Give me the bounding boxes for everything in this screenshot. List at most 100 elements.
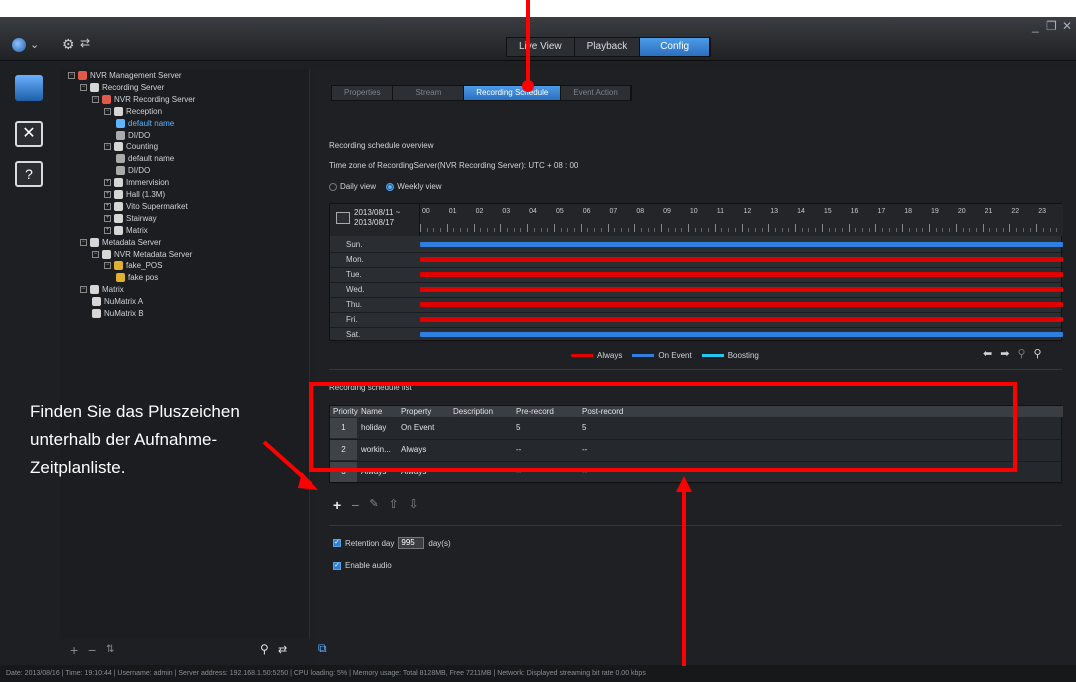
enable-audio-checkbox[interactable]: ✓ xyxy=(333,561,341,570)
tree-node[interactable]: − Metadata Server xyxy=(80,237,161,247)
help-icon[interactable]: ? xyxy=(15,161,43,187)
table-row[interactable]: 1 holiday On Event 5 5 xyxy=(330,418,1063,438)
hour-label: 11 xyxy=(716,208,724,215)
collapse-icon[interactable]: − xyxy=(80,286,87,294)
collapse-icon[interactable]: − xyxy=(104,262,111,270)
schedule-bar[interactable] xyxy=(420,257,1063,262)
tree-node[interactable]: + Matrix xyxy=(104,225,148,235)
tree-node[interactable]: DI/DO xyxy=(116,166,150,176)
schedule-bar[interactable] xyxy=(420,242,1063,247)
minor-tick xyxy=(533,228,535,232)
minimize-button[interactable]: _ xyxy=(1032,19,1039,33)
table-row[interactable]: 2 workin... Always -- -- xyxy=(330,440,1063,460)
expand-icon[interactable]: + xyxy=(104,214,111,222)
gear-icon[interactable]: ⚙ xyxy=(62,36,75,53)
hour-tick xyxy=(500,224,502,232)
table-row[interactable]: 3 Always Always -- -- xyxy=(330,462,1063,482)
weekly-view-radio[interactable] xyxy=(386,182,395,191)
collapse-icon[interactable]: − xyxy=(80,238,87,246)
tools-icon[interactable]: ✕ xyxy=(15,121,43,147)
column-header[interactable]: Name xyxy=(358,406,398,417)
tree-node[interactable]: − NVR Recording Server xyxy=(92,94,195,104)
remove-schedule-button[interactable]: − xyxy=(351,497,359,513)
add-schedule-button[interactable]: + xyxy=(333,497,341,513)
plus-icon[interactable]: + xyxy=(70,642,78,658)
schedule-bar[interactable] xyxy=(420,272,1063,277)
collapse-icon[interactable]: − xyxy=(80,83,87,91)
collapse-icon[interactable]: − xyxy=(104,107,111,115)
expand-icon[interactable]: + xyxy=(104,202,111,210)
server-icon[interactable] xyxy=(15,75,43,101)
tree-node[interactable]: − fake_POS xyxy=(104,261,162,271)
tab-config[interactable]: Config xyxy=(640,38,711,56)
schedule-bar[interactable] xyxy=(420,302,1063,307)
collapse-icon[interactable]: − xyxy=(92,250,99,258)
tree-node[interactable]: + Vito Supermarket xyxy=(104,201,188,211)
column-header[interactable]: Property xyxy=(398,406,450,417)
chevron-down-icon[interactable]: ⌄ xyxy=(30,38,39,51)
schedule-list-table: Priority Name Property Description Pre-recor… xyxy=(329,405,1063,484)
tree-node[interactable]: default name xyxy=(116,154,174,164)
schedule-bar[interactable] xyxy=(420,317,1063,322)
search-icon[interactable]: ⚲ xyxy=(260,642,269,656)
column-header[interactable]: Post-record xyxy=(579,406,1063,417)
zoom-out-icon[interactable]: ⚲ xyxy=(1017,347,1025,360)
layout-icon[interactable]: ⧉ xyxy=(318,641,327,656)
hour-label: 04 xyxy=(529,208,537,215)
minus-icon[interactable]: − xyxy=(88,642,96,658)
move-up-button[interactable]: ⇧ xyxy=(389,497,399,513)
zoom-in-icon[interactable]: ⚲ xyxy=(1034,347,1042,360)
retention-days-input[interactable]: 995 xyxy=(398,537,425,549)
schedule-bar[interactable] xyxy=(420,332,1063,337)
arrow-left-icon[interactable]: ⬅ xyxy=(983,347,992,360)
tree-node[interactable]: − NVR Metadata Server xyxy=(92,249,192,259)
tree-node[interactable]: DI/DO xyxy=(116,130,150,140)
sort-icon[interactable]: ⇅ xyxy=(106,644,114,655)
hour-label: 19 xyxy=(931,208,939,215)
table-cell: -- xyxy=(582,467,588,476)
tree-node[interactable]: fake pos xyxy=(116,273,158,283)
tree-node[interactable]: + Immervision xyxy=(104,178,169,188)
globe-icon[interactable] xyxy=(12,38,26,52)
tab-properties[interactable]: Properties xyxy=(332,86,394,100)
close-button[interactable]: ✕ xyxy=(1062,19,1072,33)
arrow-right-icon[interactable]: ➡ xyxy=(1000,347,1009,360)
expand-icon[interactable]: + xyxy=(104,191,111,198)
restore-button[interactable]: ❐ xyxy=(1046,19,1057,33)
column-header[interactable]: Description xyxy=(450,406,513,417)
tab-playback[interactable]: Playback xyxy=(575,38,641,56)
tree-node[interactable]: NuMatrix B xyxy=(92,309,144,318)
hour-label: 08 xyxy=(636,208,645,215)
column-header[interactable]: Priority xyxy=(330,406,358,417)
edit-schedule-button[interactable]: ✎ xyxy=(369,497,378,513)
tree-node[interactable]: − Reception xyxy=(104,106,162,116)
move-down-button[interactable]: ⇩ xyxy=(409,497,419,513)
tree-node[interactable]: − Recording Server xyxy=(80,82,164,92)
retention-checkbox[interactable]: ✓ xyxy=(333,539,341,547)
calendar-icon[interactable] xyxy=(336,212,350,224)
tree-node[interactable]: + Hall (1.3M) xyxy=(104,190,165,199)
tab-recording-schedule[interactable]: Recording Schedule xyxy=(464,86,562,100)
tab-live-view[interactable]: Live View xyxy=(507,38,575,56)
refresh-icon[interactable]: ⇄ xyxy=(278,643,287,656)
tab-event-action[interactable]: Event Action xyxy=(561,86,631,100)
expand-icon[interactable]: + xyxy=(104,226,111,234)
expand-icon[interactable]: + xyxy=(104,179,111,187)
tree-node[interactable]: − NVR Management Server xyxy=(68,71,182,80)
tree-node[interactable]: default name xyxy=(116,118,174,128)
tree-node[interactable]: + Stairway xyxy=(104,213,157,223)
daily-view-radio[interactable] xyxy=(329,182,337,191)
tab-stream[interactable]: Stream xyxy=(393,86,465,100)
refresh-icon[interactable]: ⇄ xyxy=(80,36,90,50)
schedule-bar[interactable] xyxy=(420,287,1063,292)
collapse-icon[interactable]: − xyxy=(104,143,111,151)
tree-node[interactable]: − Matrix xyxy=(80,285,124,295)
column-header[interactable]: Pre-record xyxy=(513,406,579,417)
minor-tick xyxy=(466,228,468,232)
minor-tick xyxy=(647,228,649,232)
collapse-icon[interactable]: − xyxy=(68,72,75,79)
tree-node[interactable]: NuMatrix A xyxy=(92,297,143,307)
collapse-icon[interactable]: − xyxy=(92,95,99,103)
tree-node[interactable]: − Counting xyxy=(104,142,158,152)
hour-label: 12 xyxy=(743,208,752,215)
